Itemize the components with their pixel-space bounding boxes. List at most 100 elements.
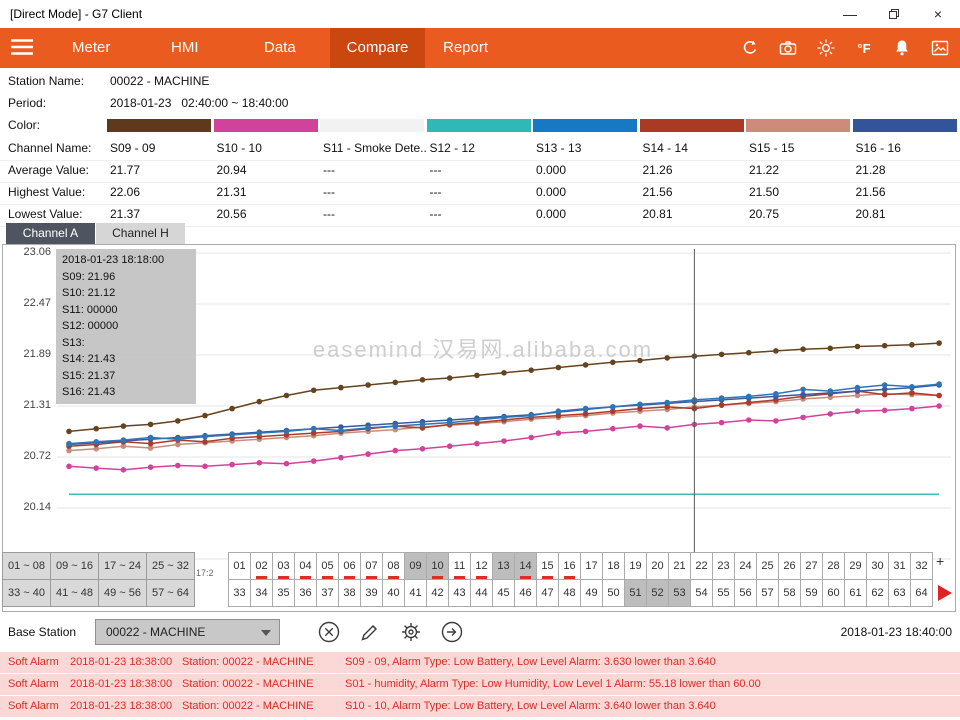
channel-number-cell[interactable]: 03 — [272, 552, 295, 580]
channel-number-cell[interactable]: 53 — [668, 579, 691, 607]
channel-group-cell[interactable]: 09 ~ 16 — [50, 552, 99, 580]
alarm-row[interactable]: Soft Alarm2018-01-23 18:38:00Station: 00… — [0, 674, 960, 695]
channel-number-cell[interactable]: 09 — [404, 552, 427, 580]
channel-group-cell[interactable]: 57 ~ 64 — [146, 579, 195, 607]
channel-number-cell[interactable]: 41 — [404, 579, 427, 607]
channel-number-cell[interactable]: 01 — [228, 552, 251, 580]
channel-group-cell[interactable]: 49 ~ 56 — [98, 579, 147, 607]
channel-group-cell[interactable]: 33 ~ 40 — [2, 579, 51, 607]
channel-number-cell[interactable]: 20 — [646, 552, 669, 580]
channel-number-cell[interactable]: 35 — [272, 579, 295, 607]
channel-number-cell[interactable]: 36 — [294, 579, 317, 607]
channel-number-cell[interactable]: 04 — [294, 552, 317, 580]
channel-number-cell[interactable]: 18 — [602, 552, 625, 580]
channel-number-cell[interactable]: 49 — [580, 579, 603, 607]
nav-item-meter[interactable]: Meter — [72, 28, 110, 68]
channel-number-cell[interactable]: 63 — [888, 579, 911, 607]
edit-pencil-icon[interactable] — [357, 619, 383, 645]
channel-number-cell[interactable]: 52 — [646, 579, 669, 607]
channel-number-cell[interactable]: 24 — [734, 552, 757, 580]
minimize-button[interactable]: — — [828, 0, 872, 28]
channel-number-cell[interactable]: 40 — [382, 579, 405, 607]
channel-number-cell[interactable]: 33 — [228, 579, 251, 607]
channel-number-cell[interactable]: 42 — [426, 579, 449, 607]
channel-group-cell[interactable]: 17 ~ 24 — [98, 552, 147, 580]
channel-number-cell[interactable]: 47 — [536, 579, 559, 607]
channel-number-cell[interactable]: 55 — [712, 579, 735, 607]
channel-number-cell[interactable]: 28 — [822, 552, 845, 580]
channel-number-cell[interactable]: 12 — [470, 552, 493, 580]
channel-number-cell[interactable]: 31 — [888, 552, 911, 580]
channel-number-cell[interactable]: 29 — [844, 552, 867, 580]
channel-number-cell[interactable]: 57 — [756, 579, 779, 607]
tab-channel-a[interactable]: Channel A — [6, 223, 95, 244]
channel-number-cell[interactable]: 07 — [360, 552, 383, 580]
alarm-row[interactable]: Soft Alarm2018-01-23 18:38:00Station: 00… — [0, 696, 960, 717]
channel-number-cell[interactable]: 51 — [624, 579, 647, 607]
channel-number-cell[interactable]: 46 — [514, 579, 537, 607]
clear-circle-x-icon[interactable] — [316, 619, 342, 645]
channel-number-cell[interactable]: 10 — [426, 552, 449, 580]
nav-item-compare[interactable]: Compare — [330, 28, 425, 68]
alarm-bell-icon[interactable] — [890, 36, 914, 60]
channel-group-cell[interactable]: 01 ~ 08 — [2, 552, 51, 580]
next-page-arrow[interactable] — [938, 585, 952, 601]
channel-number-cell[interactable]: 44 — [470, 579, 493, 607]
channel-number-cell[interactable]: 13 — [492, 552, 515, 580]
channel-number-cell[interactable]: 59 — [800, 579, 823, 607]
gear-icon[interactable] — [398, 619, 424, 645]
channel-number-cell[interactable]: 16 — [558, 552, 581, 580]
channel-number-cell[interactable]: 64 — [910, 579, 933, 607]
hamburger-menu-icon[interactable] — [10, 38, 34, 61]
channel-number-cell[interactable]: 38 — [338, 579, 361, 607]
alarm-row[interactable]: Soft Alarm2018-01-23 18:38:00Station: 00… — [0, 652, 960, 673]
channel-number-cell[interactable]: 21 — [668, 552, 691, 580]
channel-number-cell[interactable]: 17 — [580, 552, 603, 580]
channel-number-cell[interactable]: 39 — [360, 579, 383, 607]
alarm-type: Soft Alarm — [8, 700, 59, 712]
channel-number-cell[interactable]: 22 — [690, 552, 713, 580]
plus-mark-right[interactable]: + — [936, 553, 944, 569]
channel-number-cell[interactable]: 06 — [338, 552, 361, 580]
brightness-sun-icon[interactable] — [814, 36, 838, 60]
nav-item-hmi[interactable]: HMI — [171, 28, 199, 68]
channel-number-cell[interactable]: 23 — [712, 552, 735, 580]
channel-number-cell[interactable]: 08 — [382, 552, 405, 580]
base-station-dropdown[interactable]: 00022 - MACHINE — [95, 619, 280, 645]
channel-number-cell[interactable]: 26 — [778, 552, 801, 580]
channel-number-cell[interactable]: 43 — [448, 579, 471, 607]
nav-item-data[interactable]: Data — [264, 28, 296, 68]
channel-number-cell[interactable]: 60 — [822, 579, 845, 607]
channel-number-cell[interactable]: 58 — [778, 579, 801, 607]
sync-icon[interactable] — [738, 36, 762, 60]
channel-number-cell[interactable]: 15 — [536, 552, 559, 580]
channel-group-cell[interactable]: 41 ~ 48 — [50, 579, 99, 607]
channel-number-cell[interactable]: 37 — [316, 579, 339, 607]
channel-number-cell[interactable]: 50 — [602, 579, 625, 607]
channel-number-cell[interactable]: 19 — [624, 552, 647, 580]
channel-group-cell[interactable]: 25 ~ 32 — [146, 552, 195, 580]
export-image-icon[interactable] — [928, 36, 952, 60]
channel-number-cell[interactable]: 11 — [448, 552, 471, 580]
channel-number-cell[interactable]: 48 — [558, 579, 581, 607]
fahrenheit-toggle[interactable]: °F — [852, 36, 876, 60]
channel-number-cell[interactable]: 05 — [316, 552, 339, 580]
go-arrow-icon[interactable] — [439, 619, 465, 645]
channel-number-cell[interactable]: 34 — [250, 579, 273, 607]
camera-icon[interactable] — [776, 36, 800, 60]
channel-number-cell[interactable]: 56 — [734, 579, 757, 607]
nav-item-report[interactable]: Report — [443, 28, 488, 68]
channel-number-cell[interactable]: 32 — [910, 552, 933, 580]
channel-number-cell[interactable]: 62 — [866, 579, 889, 607]
channel-number-cell[interactable]: 02 — [250, 552, 273, 580]
channel-number-cell[interactable]: 61 — [844, 579, 867, 607]
channel-number-cell[interactable]: 27 — [800, 552, 823, 580]
channel-number-cell[interactable]: 25 — [756, 552, 779, 580]
channel-number-cell[interactable]: 30 — [866, 552, 889, 580]
channel-number-cell[interactable]: 14 — [514, 552, 537, 580]
channel-number-cell[interactable]: 45 — [492, 579, 515, 607]
tab-channel-h[interactable]: Channel H — [96, 223, 185, 244]
restore-button[interactable] — [872, 0, 916, 28]
close-button[interactable]: × — [916, 0, 960, 28]
channel-number-cell[interactable]: 54 — [690, 579, 713, 607]
